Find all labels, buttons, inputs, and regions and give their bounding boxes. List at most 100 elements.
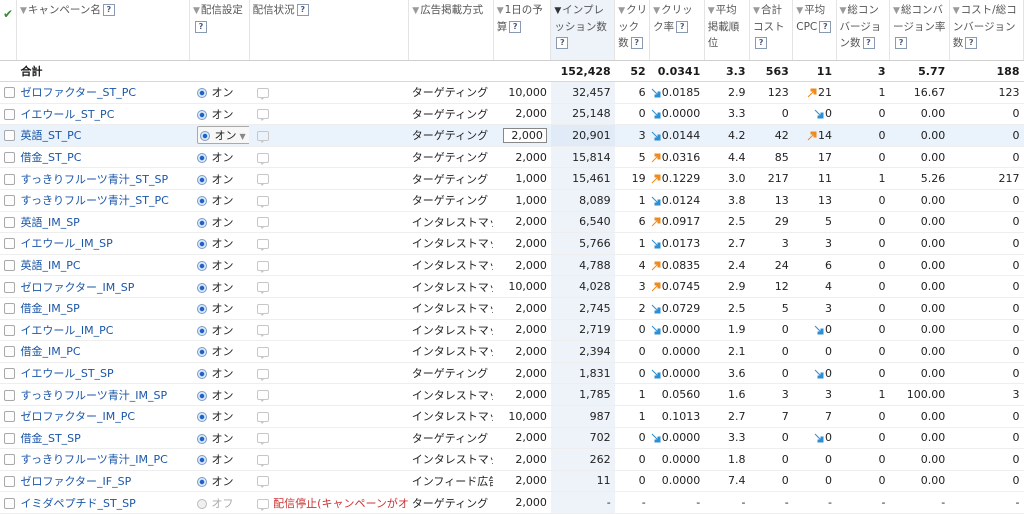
campaign-name-link[interactable]: 借金_ST_PC	[16, 146, 190, 169]
on-radio-icon[interactable]	[197, 261, 208, 272]
budget-value[interactable]: 2,000	[515, 151, 547, 164]
header-setting[interactable]: ▼配信設定?	[189, 0, 250, 61]
row-checkbox[interactable]	[4, 389, 15, 401]
daily-budget[interactable]: 10,000	[493, 275, 551, 298]
on-radio-icon[interactable]	[197, 174, 208, 185]
header-cost-per-conv[interactable]: ▼コスト/総コンバージョン数?	[949, 0, 1024, 61]
on-radio-icon[interactable]	[197, 498, 208, 509]
comment-icon[interactable]	[257, 282, 270, 295]
campaign-name-link[interactable]: ゼロファクター_IF_SP	[16, 470, 190, 493]
daily-budget[interactable]: 2,000	[493, 124, 551, 147]
header-adtype[interactable]: ▼広告掲載方式	[408, 0, 494, 61]
comment-icon[interactable]	[257, 498, 270, 511]
on-radio-icon[interactable]	[197, 455, 208, 466]
daily-budget[interactable]: 10,000	[493, 81, 551, 104]
help-icon[interactable]: ?	[194, 21, 207, 33]
comment-icon[interactable]	[257, 109, 270, 122]
campaign-row[interactable]: すっきりフルーツ青汁_ST_PC オン ターゲティング 1,000 8,089 1 0.01…	[0, 189, 1024, 212]
row-checkbox[interactable]	[4, 281, 15, 293]
campaign-row[interactable]: すっきりフルーツ青汁_IM_PCオンインタレストマッチ2,00026200.00…	[0, 448, 1024, 471]
campaign-name-link[interactable]: ゼロファクター_IM_SP	[16, 275, 190, 298]
campaign-name-link[interactable]: 英語_ST_PC	[16, 124, 190, 147]
daily-budget[interactable]: 2,000	[493, 297, 551, 320]
on-radio-icon[interactable]	[197, 217, 208, 228]
delivery-setting-cell[interactable]: オン	[189, 254, 250, 277]
header-conv-rate[interactable]: ▼総コンバージョン率?	[889, 0, 950, 61]
campaign-row[interactable]: 英語_ST_PC オン ▼ ターゲティング 2,000 20,901 3 0.0144 4.2 4…	[0, 124, 1024, 147]
campaign-name-link[interactable]: 借金_IM_SP	[16, 297, 190, 320]
row-checkbox[interactable]	[4, 216, 15, 228]
header-cpc[interactable]: ▼平均CPC?	[792, 0, 837, 61]
budget-value[interactable]: 2,000	[515, 259, 547, 272]
delivery-setting-cell[interactable]: オン	[189, 103, 250, 126]
campaign-row[interactable]: 借金_ST_SP オン ターゲティング 2,000 702 0 0.0000 3.3 0 0 0 0.…	[0, 427, 1024, 450]
campaign-row[interactable]: ゼロファクター_IF_SP オン インフィード広告 2,000 11 0 0.0000 7.4…	[0, 470, 1024, 493]
delivery-setting-cell[interactable]: オン	[189, 81, 250, 104]
campaign-name-link[interactable]: ゼロファクター_ST_PC	[16, 81, 190, 104]
campaign-name-link[interactable]: イエウール_IM_PC	[16, 319, 190, 342]
campaign-name-link[interactable]: ゼロファクター_IM_PC	[16, 405, 190, 428]
campaign-row[interactable]: 英語_IM_PC オン インタレストマッチ 2,0004,7884 0.08352.42…	[0, 254, 1024, 277]
delivery-setting-cell[interactable]: オン	[189, 448, 250, 471]
comment-icon[interactable]	[257, 152, 270, 165]
delivery-setting-select[interactable]: オン ▼	[197, 126, 250, 145]
campaign-row[interactable]: 借金_ST_PC オン ターゲティング 2,000 15,814 5 0.0316 4.4 85…	[0, 146, 1024, 169]
row-checkbox[interactable]	[4, 475, 15, 487]
daily-budget[interactable]: 2,000	[493, 319, 551, 342]
budget-value[interactable]: 2,000	[515, 215, 547, 228]
header-ctr[interactable]: ▼クリック率?	[649, 0, 705, 61]
daily-budget[interactable]: 2,000	[493, 340, 551, 363]
daily-budget[interactable]: 10,000	[493, 405, 551, 428]
campaign-row[interactable]: イエウール_IM_PCオンインタレストマッチ2,0002,71900.00001…	[0, 319, 1024, 342]
comment-icon[interactable]	[257, 454, 270, 467]
budget-value[interactable]: 1,000	[515, 194, 547, 207]
help-icon[interactable]: ?	[630, 37, 643, 49]
comment-icon[interactable]	[257, 411, 270, 424]
campaign-name-link[interactable]: 英語_IM_SP	[16, 211, 190, 234]
budget-value[interactable]: 2,000	[515, 388, 547, 401]
row-checkbox[interactable]	[4, 368, 15, 380]
budget-value[interactable]: 10,000	[508, 410, 547, 423]
row-checkbox[interactable]	[4, 87, 15, 99]
budget-value[interactable]: 2,000	[515, 107, 547, 120]
help-icon[interactable]: ?	[509, 21, 522, 33]
budget-value[interactable]: 2,000	[515, 431, 547, 444]
row-checkbox[interactable]	[4, 324, 15, 336]
campaign-row[interactable]: ゼロファクター_IM_SP オン インタレストマッチ 10,0004,0283 0.07…	[0, 275, 1024, 298]
campaign-name-link[interactable]: 借金_ST_SP	[16, 427, 190, 450]
header-status[interactable]: 配信状況?	[249, 0, 410, 61]
comment-icon[interactable]	[257, 260, 270, 273]
delivery-setting-cell[interactable]: オン	[189, 189, 250, 212]
comment-icon[interactable]	[257, 130, 270, 143]
comment-icon[interactable]	[257, 368, 270, 381]
delivery-setting-cell[interactable]: オン	[189, 297, 250, 320]
comment-icon[interactable]	[257, 390, 270, 403]
row-checkbox[interactable]	[4, 238, 15, 250]
delivery-setting-cell[interactable]: オン	[189, 232, 250, 255]
on-radio-icon[interactable]	[197, 153, 208, 164]
campaign-row[interactable]: イエウール_ST_SP オン ターゲティング 2,000 1,831 0 0.0000 3.6…	[0, 362, 1024, 385]
on-radio-icon[interactable]	[197, 433, 208, 444]
daily-budget[interactable]: 2,000	[493, 232, 551, 255]
daily-budget[interactable]: 2,000	[493, 362, 551, 385]
campaign-row[interactable]: ゼロファクター_ST_PC オン ターゲティング 10,000 32,457 6 0.018…	[0, 81, 1024, 104]
header-budget[interactable]: ▼1日の予算?	[493, 0, 552, 61]
help-icon[interactable]: ?	[755, 37, 768, 49]
delivery-setting-cell[interactable]: オン	[189, 167, 250, 190]
header-clicks[interactable]: ▼クリック数?	[614, 0, 651, 61]
daily-budget[interactable]: 1,000	[493, 189, 551, 212]
daily-budget[interactable]: 2,000	[493, 383, 551, 406]
comment-icon[interactable]	[257, 217, 270, 230]
on-radio-icon[interactable]	[197, 325, 208, 336]
delivery-setting-cell[interactable]: オン	[189, 383, 250, 406]
row-checkbox[interactable]	[4, 303, 15, 315]
help-icon[interactable]: ?	[556, 37, 569, 49]
campaign-row[interactable]: イエウール_IM_SP オン インタレストマッチ 2,0005,7661 0.01732…	[0, 232, 1024, 255]
delivery-setting-cell[interactable]: オン ▼	[189, 124, 250, 147]
delivery-setting-cell[interactable]: オン	[189, 470, 250, 493]
header-campaign[interactable]: ▼キャンペーン名?	[16, 0, 190, 61]
campaign-name-link[interactable]: イエウール_IM_SP	[16, 232, 190, 255]
on-radio-icon[interactable]	[197, 412, 208, 423]
budget-value[interactable]: 2,000	[515, 237, 547, 250]
budget-value[interactable]: 10,000	[508, 280, 547, 293]
